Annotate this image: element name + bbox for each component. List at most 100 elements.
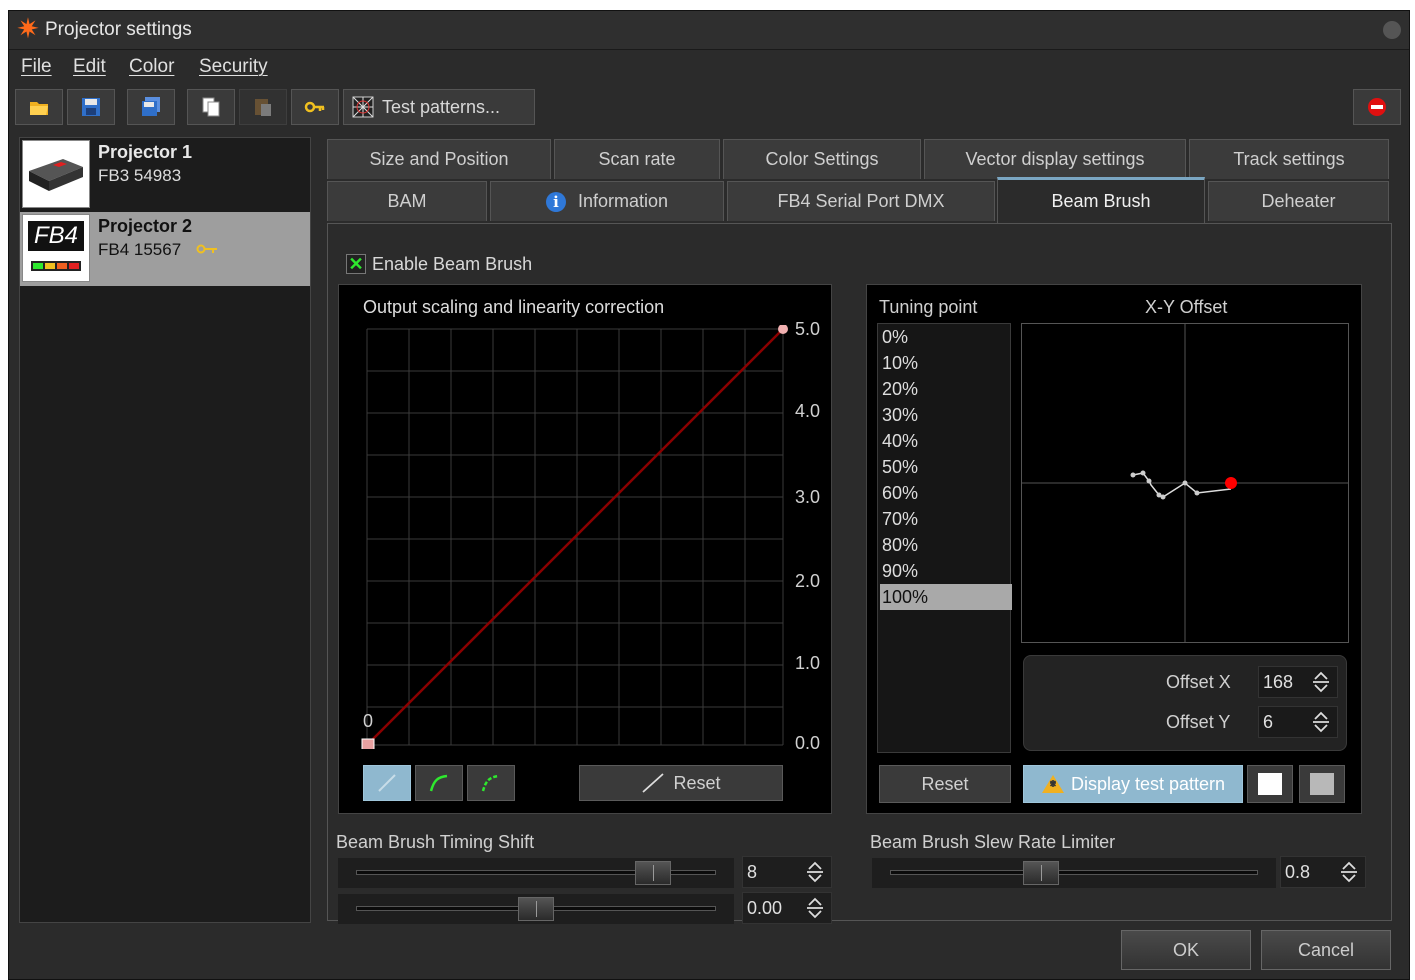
timing-shift-value: 8 (747, 862, 758, 882)
save-all-icon (142, 97, 160, 116)
curve-type-3-button[interactable] (467, 765, 515, 801)
tab-vector-display-settings[interactable]: Vector display settings (924, 139, 1186, 179)
projector-item[interactable]: Projector 1 FB3 54983 (20, 138, 310, 212)
stop-icon (1368, 98, 1386, 116)
linear-curve-icon (378, 774, 396, 792)
window-control-button[interactable] (1383, 21, 1401, 39)
spinner-arrows-icon (807, 897, 823, 919)
warning-icon (1041, 775, 1064, 793)
selected-offset-point[interactable] (1225, 477, 1237, 489)
display-test-pattern-button[interactable]: Display test pattern (1023, 765, 1243, 803)
projector-list: Projector 1 FB3 54983 FB4 Projector 2 FB… (19, 137, 311, 923)
open-button[interactable] (15, 89, 63, 125)
tuning-point-item[interactable]: 60% (880, 480, 1012, 506)
timing-shift-stepper[interactable]: 8 (742, 856, 832, 888)
slew-rate-label: Beam Brush Slew Rate Limiter (870, 832, 1116, 852)
linearity-curve-line (366, 328, 784, 746)
ok-button[interactable]: OK (1121, 930, 1251, 970)
tab-information-label: Information (577, 191, 669, 211)
tab-information[interactable]: i Information (490, 181, 724, 221)
enable-beam-brush-checkbox[interactable]: ✕ (346, 254, 366, 274)
offset-x-value: 168 (1263, 672, 1294, 692)
zero-label: 0 (363, 711, 374, 731)
spinner-arrows-icon (1313, 711, 1329, 733)
tuning-point-item[interactable]: 20% (880, 376, 1012, 402)
slider-thumb[interactable] (1022, 861, 1059, 885)
delete-button[interactable] (1353, 89, 1401, 125)
y-tick-label: 1.0 (795, 653, 821, 673)
secondary-stepper[interactable]: 0.00 (742, 892, 832, 924)
secondary-value: 0.00 (747, 898, 783, 918)
tuning-point-item[interactable]: 40% (880, 428, 1012, 454)
tuning-point-item[interactable]: 10% (880, 350, 1012, 376)
menu-file[interactable]: File (21, 56, 52, 78)
key-button[interactable] (291, 89, 339, 125)
projector-serial: FB4 15567 (98, 240, 218, 260)
key-icon (196, 244, 217, 254)
save-button[interactable] (67, 89, 115, 125)
sun-icon: ✷ (16, 13, 40, 44)
projector-thumbnail: FB4 (22, 214, 90, 282)
tuning-point-item[interactable]: 80% (880, 532, 1012, 558)
linearity-curve-graph[interactable] (361, 325, 791, 749)
tuning-point-item[interactable]: 70% (880, 506, 1012, 532)
output-scaling-title: Output scaling and linearity correction (363, 297, 665, 317)
offset-x-stepper[interactable]: 168 (1258, 666, 1338, 698)
save-icon (82, 98, 100, 116)
y-tick-label: 2.0 (795, 571, 821, 591)
tuning-reset-button[interactable]: Reset (879, 765, 1011, 803)
projector-name: Projector 2 (98, 216, 193, 236)
curve-type-2-button[interactable] (415, 765, 463, 801)
menu-edit[interactable]: Edit (73, 56, 106, 78)
y-tick-label: 5.0 (795, 319, 821, 339)
tab-bam[interactable]: BAM (327, 181, 487, 221)
linear-curve-icon (642, 773, 665, 793)
beam-brush-content: ✕ Enable Beam Brush Output scaling and l… (327, 223, 1392, 924)
tuning-point-item[interactable]: 0% (880, 324, 1012, 350)
tab-color-settings[interactable]: Color Settings (723, 139, 921, 179)
fb4-logo-text: FB4 (28, 221, 84, 251)
status-leds-icon (31, 261, 81, 271)
timing-shift-label: Beam Brush Timing Shift (336, 832, 535, 852)
tuning-point-item[interactable]: 50% (880, 454, 1012, 480)
gray-color-swatch[interactable] (1299, 765, 1345, 803)
secondary-slider[interactable] (338, 894, 734, 924)
copy-button[interactable] (187, 89, 235, 125)
menu-color[interactable]: Color (129, 56, 174, 78)
paste-button[interactable] (239, 89, 287, 125)
offset-y-stepper[interactable]: 6 (1258, 706, 1338, 738)
slew-rate-stepper[interactable]: 0.8 (1280, 856, 1366, 888)
tab-deheater[interactable]: Deheater (1208, 181, 1389, 221)
y-tick-label: 0.0 (795, 733, 821, 753)
save-all-button[interactable] (127, 89, 175, 125)
spinner-arrows-icon (1341, 861, 1357, 883)
projector-item-selected[interactable]: FB4 Projector 2 FB4 15567 (20, 212, 310, 286)
test-patterns-button[interactable]: Test patterns... (343, 89, 535, 125)
tab-beam-brush[interactable]: Beam Brush (997, 177, 1205, 223)
curve-start-handle[interactable] (361, 738, 375, 749)
timing-shift-slider[interactable] (338, 858, 734, 888)
test-patterns-label: Test patterns... (382, 96, 501, 117)
slider-thumb[interactable] (518, 897, 554, 921)
tab-scan-rate[interactable]: Scan rate (554, 139, 720, 179)
spinner-arrows-icon (807, 861, 823, 883)
curve-reset-button[interactable]: Reset (579, 765, 783, 801)
tuning-point-item[interactable]: 30% (880, 402, 1012, 428)
white-color-swatch[interactable] (1247, 765, 1293, 803)
tab-track-settings[interactable]: Track settings (1189, 139, 1389, 179)
tuning-point-item-selected[interactable]: 100% (880, 584, 1012, 610)
tab-fb4-serial-port-dmx[interactable]: FB4 Serial Port DMX (727, 181, 995, 221)
offset-y-label: Offset Y (1166, 712, 1231, 732)
folder-open-icon (30, 102, 48, 115)
menu-security[interactable]: Security (199, 56, 268, 78)
y-tick-label: 4.0 (795, 401, 821, 421)
tuning-point-title: Tuning point (879, 297, 978, 317)
cancel-button[interactable]: Cancel (1261, 930, 1391, 970)
linear-curve-button[interactable] (363, 765, 411, 801)
tuning-point-item[interactable]: 90% (880, 558, 1012, 584)
xy-offset-plot[interactable] (1021, 323, 1349, 643)
tab-size-and-position[interactable]: Size and Position (327, 139, 551, 179)
slew-rate-slider[interactable] (872, 858, 1276, 888)
slider-thumb[interactable] (634, 861, 671, 885)
copy-icon (202, 97, 220, 117)
